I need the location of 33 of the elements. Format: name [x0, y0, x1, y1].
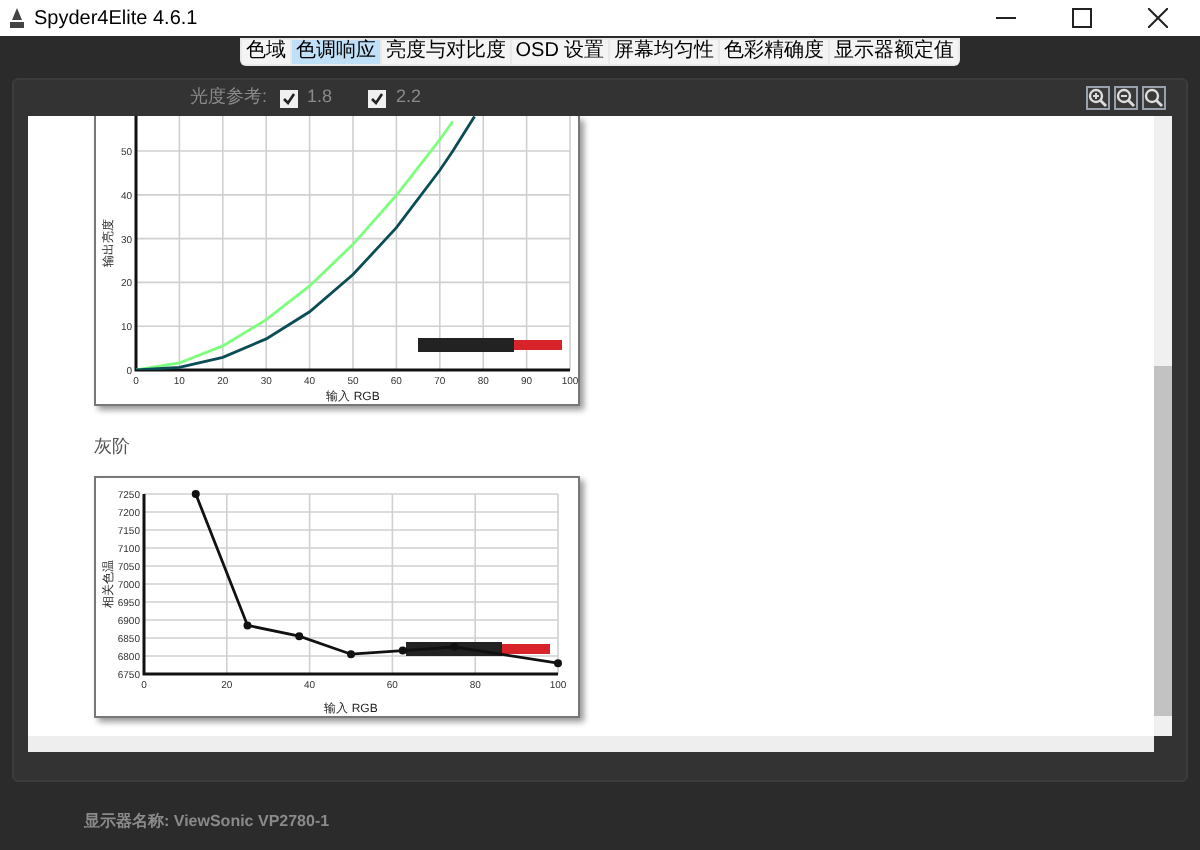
- app-icon: [8, 8, 26, 28]
- data-point: [191, 489, 200, 497]
- chart-title: 灰阶: [94, 434, 132, 460]
- monitor-name: 显示器名称: ViewSonic VP2780-1: [84, 812, 330, 830]
- tab[interactable]: 色彩精确度: [720, 40, 829, 64]
- maximize-icon[interactable]: [1072, 8, 1092, 28]
- data-point: [554, 658, 562, 667]
- tab[interactable]: 屏幕均匀性: [610, 40, 719, 64]
- tab[interactable]: 亮度与对比度: [381, 40, 510, 64]
- checkbox-label: 1.8: [307, 84, 333, 111]
- vertical-scrollbar[interactable]: [1154, 116, 1172, 736]
- datacolor-logo-icon: [406, 641, 550, 655]
- checkbox-label: 2.2: [396, 84, 422, 111]
- data-point: [450, 642, 459, 650]
- tab[interactable]: 色域: [241, 40, 290, 64]
- zoom-in-icon[interactable]: [1086, 86, 1110, 110]
- zoom-out-icon[interactable]: [1114, 86, 1138, 110]
- data-point: [398, 645, 407, 654]
- reference-label: 光度参考:: [190, 84, 268, 111]
- tab[interactable]: OSD 设置: [511, 40, 609, 64]
- horizontal-scrollbar[interactable]: [28, 736, 1154, 752]
- data-point: [243, 620, 252, 629]
- tab[interactable]: 显示器额定值: [830, 40, 959, 64]
- datacolor-logo-icon: [418, 338, 562, 352]
- close-icon[interactable]: [1148, 8, 1168, 28]
- tab[interactable]: 色调响应: [291, 40, 380, 64]
- window-title: Spyder4Elite 4.6.1: [34, 5, 198, 33]
- zoom-fit-icon[interactable]: [1142, 86, 1166, 110]
- data-point: [347, 649, 355, 658]
- checkbox[interactable]: [279, 89, 298, 107]
- data-point: [295, 631, 304, 640]
- scroll-thumb[interactable]: [1154, 366, 1172, 716]
- checkbox[interactable]: [368, 89, 387, 107]
